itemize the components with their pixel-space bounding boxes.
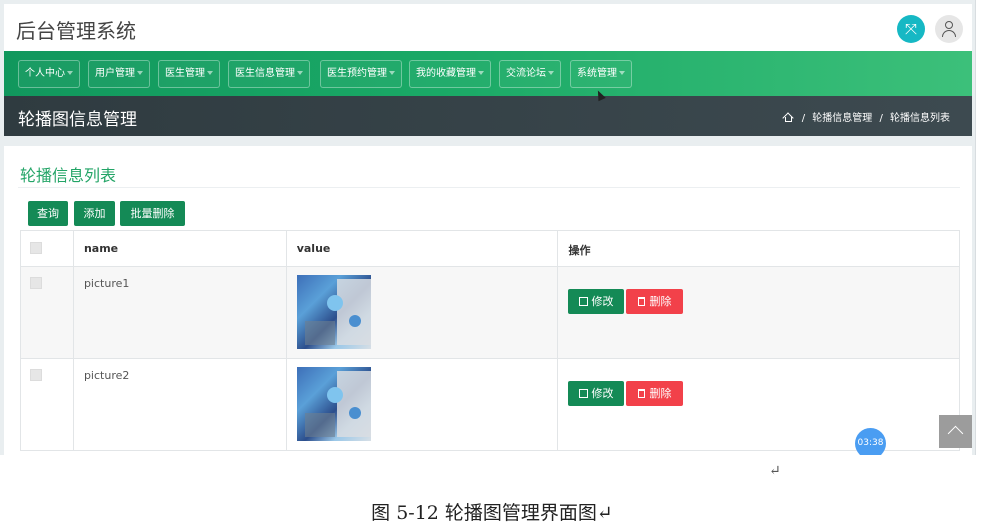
- chevron-down-icon: [67, 71, 73, 75]
- batch-delete-button[interactable]: 批量删除: [120, 201, 185, 226]
- figure-caption: 图 5-12 轮播图管理界面图↵: [371, 502, 613, 524]
- table-row: picture1 修改 删除: [20, 266, 960, 359]
- breadcrumb: / 轮播信息管理 / 轮播信息列表: [781, 109, 950, 124]
- carousel-image-thumbnail[interactable]: [296, 367, 371, 441]
- nav-item-doctor-management[interactable]: 医生管理: [158, 60, 220, 88]
- name-cell: picture1: [72, 266, 287, 359]
- chevron-down-icon: [207, 71, 213, 75]
- nav-item-label: 个人中心: [25, 68, 65, 79]
- page-title: 轮播图信息管理: [18, 110, 137, 130]
- nav-item-user-management[interactable]: 用户管理: [88, 60, 150, 88]
- trash-icon: [638, 389, 646, 398]
- edit-icon: [579, 389, 589, 398]
- edit-label: 修改: [591, 387, 614, 400]
- system-title: 后台管理系统: [16, 19, 136, 43]
- card-title: 轮播信息列表: [20, 166, 117, 185]
- chevron-down-icon: [389, 71, 395, 75]
- table-row: picture2 修改 删除: [20, 358, 960, 451]
- timer-badge: 03:38: [855, 428, 886, 455]
- fullscreen-button[interactable]: ⤧: [897, 15, 925, 43]
- query-button[interactable]: 查询: [28, 201, 68, 226]
- chevron-down-icon: [137, 71, 143, 75]
- row-select-cell: [20, 358, 74, 451]
- chevron-down-icon: [548, 71, 554, 75]
- select-all-checkbox[interactable]: [30, 242, 42, 254]
- actions-cell: 修改 删除: [557, 266, 960, 359]
- name-cell: picture2: [72, 358, 287, 451]
- delete-label: 删除: [649, 295, 672, 308]
- row-select-cell: [20, 266, 74, 359]
- breadcrumb-item-carousel-management[interactable]: 轮播信息管理: [812, 113, 872, 124]
- row-checkbox[interactable]: [30, 369, 42, 381]
- column-header-name[interactable]: name: [72, 230, 287, 267]
- actions-cell: 修改 删除: [557, 358, 960, 451]
- trash-icon: [638, 297, 646, 306]
- breadcrumb-separator: /: [801, 113, 806, 124]
- home-icon[interactable]: [781, 112, 794, 124]
- nav-item-personal-center[interactable]: 个人中心: [18, 60, 80, 88]
- select-all-cell: [20, 230, 74, 267]
- value-cell: [285, 266, 559, 359]
- nav-item-label: 系统管理: [577, 68, 617, 79]
- add-button[interactable]: 添加: [74, 201, 115, 226]
- edit-button[interactable]: 修改: [568, 289, 625, 314]
- main-nav: 个人中心 用户管理 医生管理 医生信息管理 医生预约管理 我的收藏管理 交流论坛…: [4, 51, 972, 96]
- nav-item-forum[interactable]: 交流论坛: [499, 60, 561, 88]
- nav-item-label: 医生管理: [165, 68, 205, 79]
- top-header: 后台管理系统 ⤧: [4, 4, 972, 51]
- chevron-down-icon: [478, 71, 484, 75]
- edit-icon: [579, 297, 589, 306]
- nav-item-label: 我的收藏管理: [416, 68, 476, 79]
- nav-item-appointment-management[interactable]: 医生预约管理: [320, 60, 402, 88]
- fullscreen-icon: ⤧: [904, 20, 917, 38]
- carousel-table: name value 操作 picture1 修改 删除 picture2 修改…: [20, 230, 960, 451]
- nav-item-label: 医生预约管理: [327, 68, 387, 79]
- delete-button[interactable]: 删除: [626, 381, 684, 406]
- nav-item-label: 医生信息管理: [235, 68, 295, 79]
- nav-item-label: 交流论坛: [506, 68, 546, 79]
- card-divider: [18, 187, 960, 188]
- page-header: 轮播图信息管理 / 轮播信息管理 / 轮播信息列表: [4, 96, 972, 136]
- row-checkbox[interactable]: [30, 277, 42, 289]
- back-to-top-button[interactable]: [939, 415, 972, 448]
- value-cell: [285, 358, 559, 451]
- table-header-row: name value 操作: [20, 230, 960, 267]
- nav-item-label: 用户管理: [95, 68, 135, 79]
- edit-label: 修改: [591, 295, 614, 308]
- delete-button[interactable]: 删除: [626, 289, 684, 314]
- nav-item-doctor-info-management[interactable]: 医生信息管理: [228, 60, 310, 88]
- chevron-down-icon: [619, 71, 625, 75]
- edit-button[interactable]: 修改: [568, 381, 625, 406]
- breadcrumb-item-carousel-list: 轮播信息列表: [890, 113, 950, 124]
- breadcrumb-separator: /: [879, 113, 883, 124]
- carousel-image-thumbnail[interactable]: [296, 275, 371, 349]
- column-header-actions: 操作: [557, 230, 960, 267]
- app-window: 后台管理系统 ⤧ 个人中心 用户管理 医生管理 医生信息管理 医生预约管理 我的…: [0, 0, 976, 455]
- user-menu-button[interactable]: [935, 15, 963, 43]
- delete-label: 删除: [649, 387, 672, 400]
- paragraph-return-mark: ↵: [769, 463, 781, 479]
- column-header-value[interactable]: value: [285, 230, 559, 267]
- list-card: 轮播信息列表 查询 添加 批量删除 name value 操作 picture1: [4, 146, 972, 455]
- nav-item-favorites-management[interactable]: 我的收藏管理: [409, 60, 491, 88]
- nav-item-system-management[interactable]: 系统管理: [570, 60, 632, 88]
- chevron-up-icon: [947, 425, 964, 442]
- chevron-down-icon: [297, 71, 303, 75]
